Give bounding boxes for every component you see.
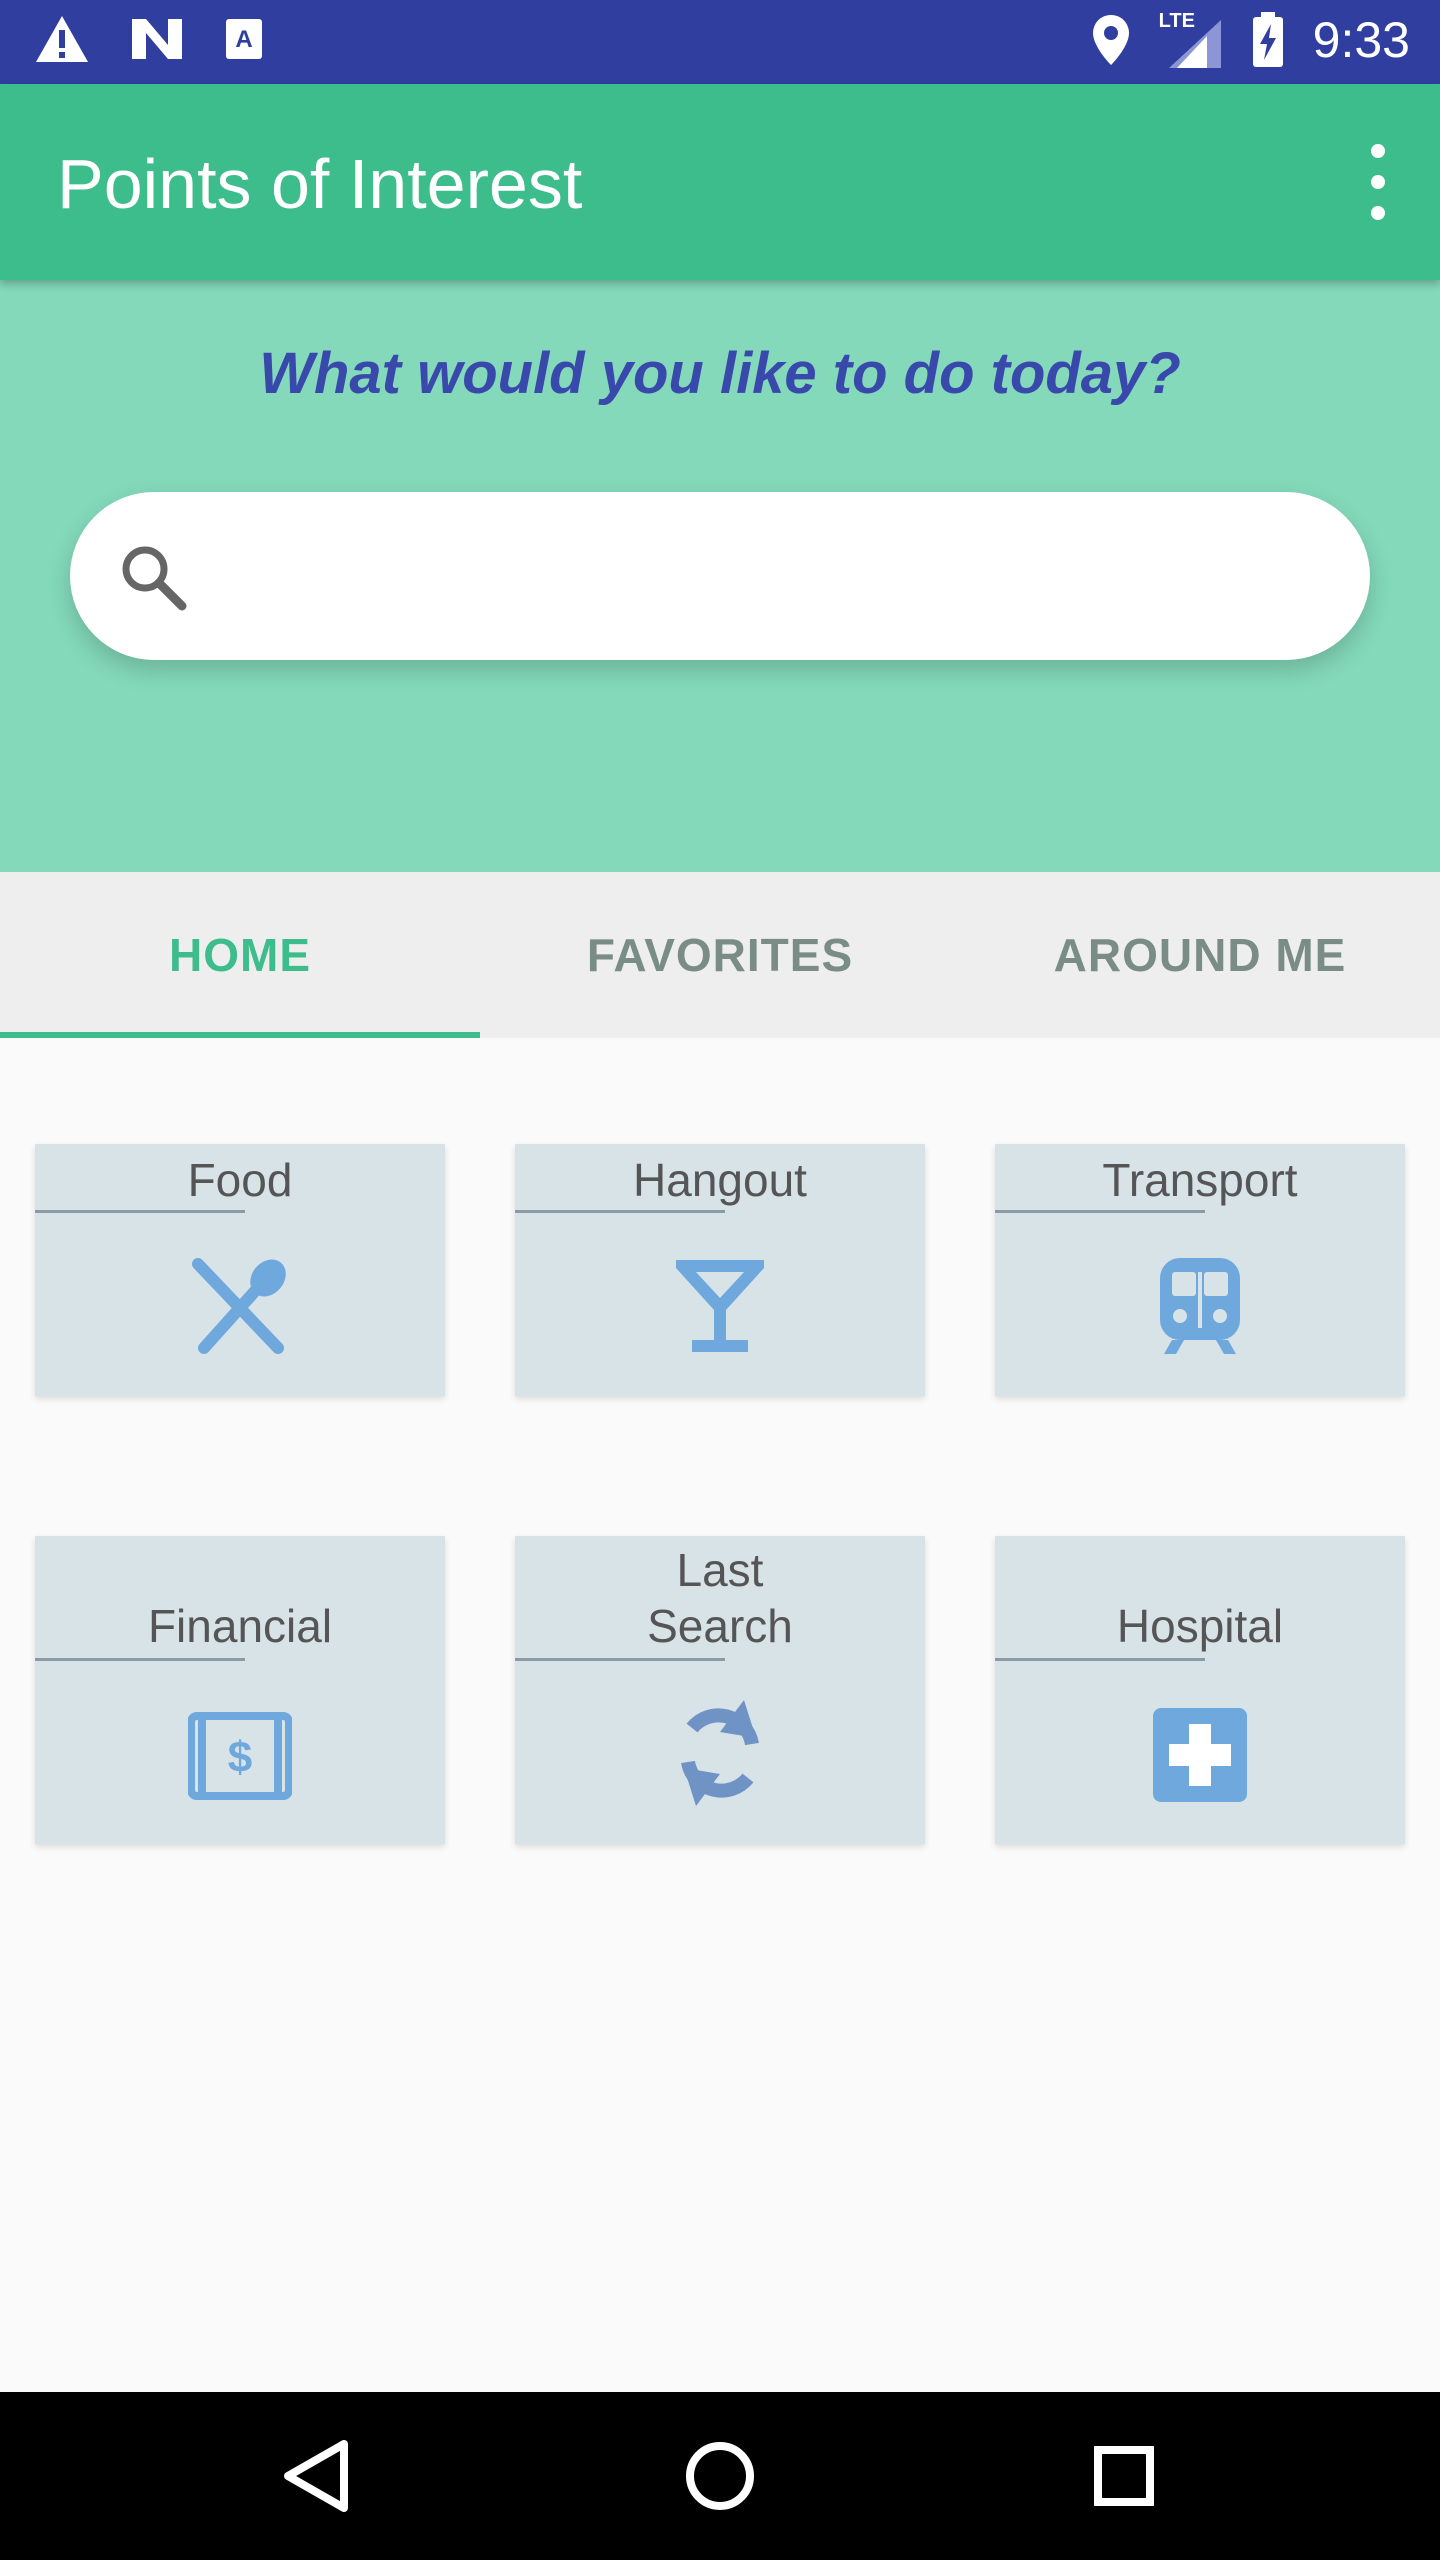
category-hangout[interactable]: Hangout [515,1144,925,1396]
hospital-icon [1153,1708,1247,1802]
category-transport[interactable]: Transport [995,1144,1405,1396]
search-icon [122,546,187,611]
category-label: Financial [147,1600,333,1652]
category-food[interactable]: Food [35,1144,445,1396]
location-icon [1092,15,1129,65]
warning-icon [36,16,88,62]
hero-section: What would you like to do today? [0,280,1440,872]
more-vert-icon[interactable] [1356,144,1400,220]
search-input[interactable] [210,526,1330,626]
category-financial[interactable]: Financial $ [35,1536,445,1844]
category-label: Hangout [633,1154,807,1206]
train-icon [1160,1258,1240,1354]
back-icon[interactable] [266,2426,366,2526]
money-icon: $ [188,1712,292,1800]
category-label: Transport [1102,1154,1298,1206]
app-bar: Points of Interest [0,84,1440,280]
app-title: Points of Interest [57,145,583,223]
refresh-icon [681,1700,759,1806]
tab-around-me[interactable]: AROUND ME [960,872,1440,1038]
a-icon: A [226,19,262,59]
hero-question: What would you like to do today? [259,341,1181,406]
category-grid: Food Hangout Transport Financial $ Last … [0,1038,1440,2392]
status-bar: A LTE 9:33 [0,0,1440,84]
category-last-search[interactable]: Last Search [515,1536,925,1844]
tab-favorites[interactable]: FAVORITES [480,872,960,1038]
search-box[interactable] [70,492,1370,660]
signal-icon: LTE [1159,10,1223,70]
category-label: Hospital [1116,1600,1284,1652]
home-icon[interactable] [670,2426,770,2526]
category-hospital[interactable]: Hospital [995,1536,1405,1844]
utensils-icon [192,1258,286,1354]
category-label: Last Search [647,1544,793,1652]
battery-charging-icon [1252,12,1283,67]
tab-bar: HOME FAVORITES AROUND ME [0,872,1440,1038]
n-icon [132,19,182,59]
navigation-bar [0,2392,1440,2560]
status-time: 9:33 [1312,12,1410,68]
recents-icon[interactable] [1074,2426,1174,2526]
tab-home[interactable]: HOME [0,872,480,1038]
cocktail-icon [676,1260,764,1352]
svg-text:A: A [235,26,252,53]
category-label: Food [187,1154,293,1206]
svg-text:$: $ [228,1733,252,1782]
